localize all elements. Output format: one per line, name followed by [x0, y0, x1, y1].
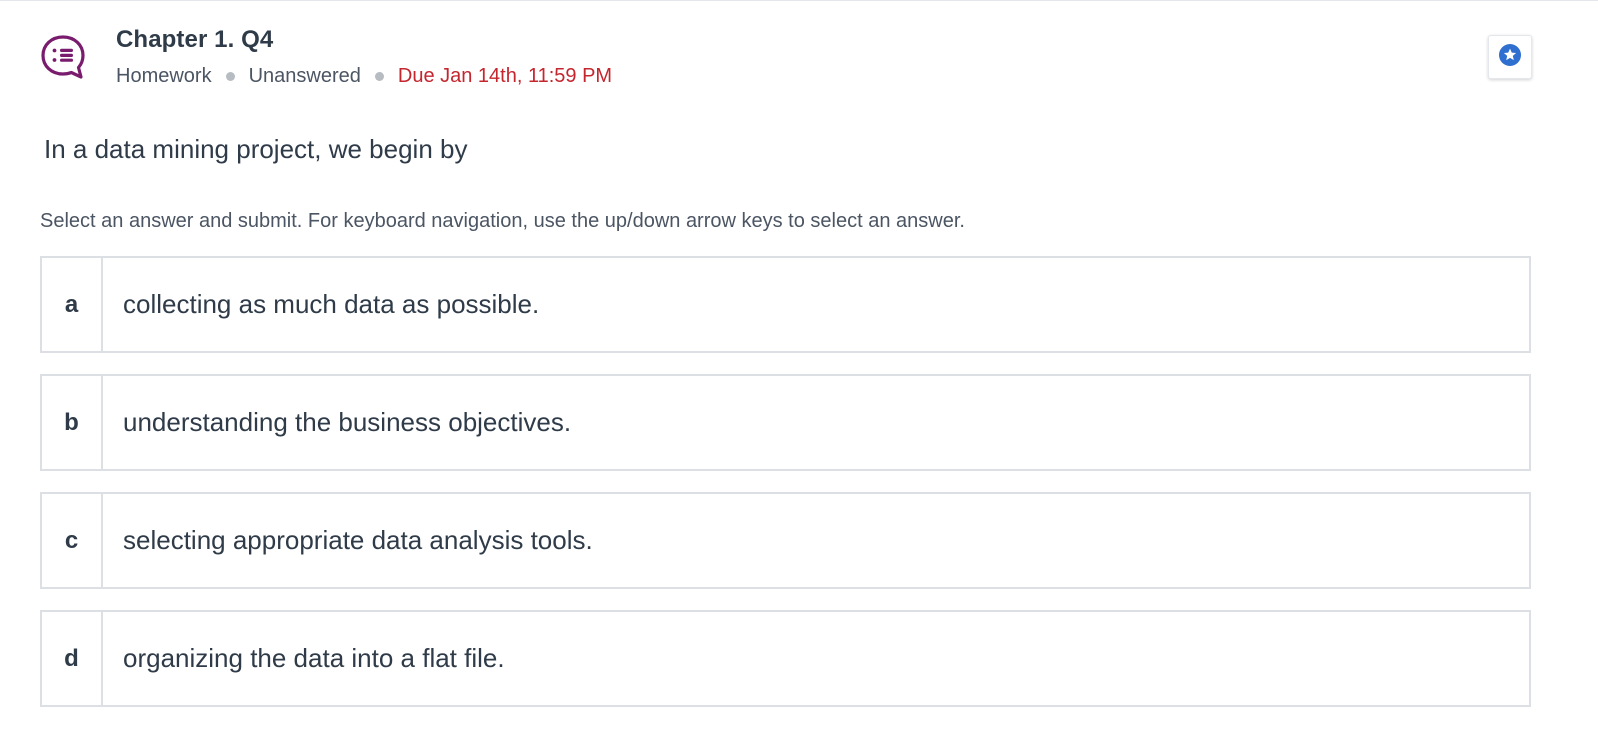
due-date: Due Jan 14th, 11:59 PM: [397, 65, 613, 87]
option-text: selecting appropriate data analysis tool…: [123, 525, 593, 555]
question-title: Chapter 1. Q4: [116, 26, 274, 53]
top-divider: [0, 0, 1598, 1]
question-meta: Homework Unanswered Due Jan 14th, 11:59 …: [116, 64, 612, 88]
question-bubble-icon: [40, 34, 86, 80]
answer-option-b[interactable]: b understanding the business objectives.: [40, 374, 1531, 471]
bookmark-button[interactable]: [1488, 35, 1532, 79]
option-text: organizing the data into a flat file.: [123, 643, 505, 673]
star-icon: [1499, 43, 1521, 71]
option-text: understanding the business objectives.: [123, 407, 572, 437]
separator-dot: [225, 71, 235, 81]
option-text: collecting as much data as possible.: [123, 289, 540, 319]
question-page: Chapter 1. Q4 Homework Unanswered Due Ja…: [0, 0, 1598, 740]
answer-option-d[interactable]: d organizing the data into a flat file.: [40, 610, 1531, 707]
assignment-type: Homework: [116, 65, 212, 87]
option-letter: d: [42, 612, 103, 705]
option-letter: b: [42, 376, 103, 469]
question-prompt: In a data mining project, we begin by: [44, 134, 468, 164]
question-header: Chapter 1. Q4 Homework Unanswered Due Ja…: [40, 26, 612, 88]
header-text: Chapter 1. Q4 Homework Unanswered Due Ja…: [116, 26, 612, 88]
option-letter: a: [42, 258, 103, 351]
answer-option-c[interactable]: c selecting appropriate data analysis to…: [40, 492, 1531, 589]
separator-dot: [374, 71, 384, 81]
answer-instructions: Select an answer and submit. For keyboar…: [40, 210, 965, 232]
answer-option-a[interactable]: a collecting as much data as possible.: [40, 256, 1531, 353]
answer-status: Unanswered: [248, 65, 361, 87]
option-letter: c: [42, 494, 103, 587]
answer-options: a collecting as much data as possible. b…: [40, 256, 1531, 728]
